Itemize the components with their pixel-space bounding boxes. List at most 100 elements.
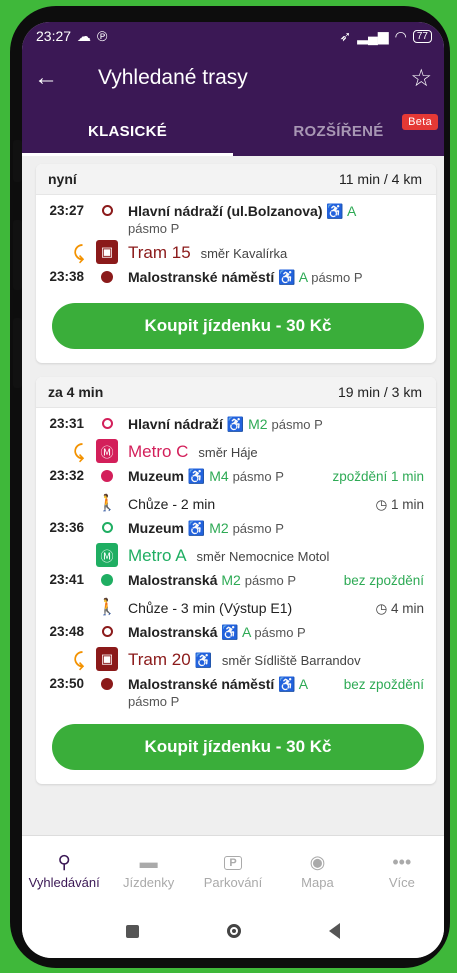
zone-label: pásmo P bbox=[128, 221, 180, 236]
delay-status: bez zpoždění bbox=[343, 677, 424, 692]
status-bar: 23:27 ☁ ℗ ➶ ▂▄▆ ◠ 77 bbox=[22, 22, 444, 50]
transfer-icon: ⤹ bbox=[73, 242, 84, 263]
battery-icon: 77 bbox=[412, 29, 432, 43]
line-badge: A bbox=[298, 269, 308, 285]
metro-icon: Ⓜ bbox=[96, 543, 118, 567]
recents-icon[interactable] bbox=[126, 924, 139, 938]
route-card[interactable]: nyní 11 min / 4 km 23:27 Hlavní nádraží … bbox=[36, 164, 436, 363]
route-header: nyní 11 min / 4 km bbox=[36, 164, 436, 195]
delay-status: zpoždění 1 min bbox=[332, 469, 424, 484]
stop-row: 23:41 bez zpoždění Malostranská M2 pásmo… bbox=[36, 570, 436, 592]
vehicle-name: Tram 20 bbox=[128, 650, 191, 669]
stop-row: 23:38 Malostranské náměstí ♿ A pásmo P bbox=[36, 267, 436, 289]
tab-classic-label: KLASICKÉ bbox=[87, 122, 168, 140]
nav-search[interactable]: ⚲ Vyhledávání bbox=[22, 836, 106, 904]
stop-dot bbox=[101, 205, 113, 216]
back-icon[interactable] bbox=[329, 923, 340, 939]
line-badge: M2 bbox=[209, 520, 229, 536]
metro-icon: Ⓜ bbox=[96, 439, 118, 463]
stop-time: 23:31 bbox=[49, 416, 84, 431]
more-icon: ••• bbox=[392, 852, 412, 872]
zone-label: pásmo P bbox=[311, 270, 363, 285]
route-legs: 23:31 Hlavní nádraží ♿ M2 pásmo P ⤹ Ⓜ Me… bbox=[36, 408, 436, 716]
buy-ticket-button[interactable]: Koupit jízdenku - 30 Kč bbox=[52, 724, 424, 770]
walk-icon: 🚶 bbox=[97, 599, 117, 616]
bottom-navigation: ⚲ Vyhledávání ▬ Jízdenky P Parkování ◉ M… bbox=[22, 835, 444, 904]
compass-icon: ◉ bbox=[309, 852, 326, 872]
accessibility-icon: ♿ bbox=[278, 269, 296, 285]
stop-time: 23:36 bbox=[49, 520, 84, 535]
nav-parking[interactable]: P Parkování bbox=[191, 836, 275, 904]
walk-duration: 4 min bbox=[390, 600, 424, 616]
route-summary: 11 min / 4 km bbox=[339, 171, 422, 187]
nav-label: Více bbox=[388, 874, 415, 890]
signal-icon: ▂▄▆ bbox=[357, 27, 389, 44]
nav-label: Jízdenky bbox=[122, 874, 175, 890]
vehicle-name: Metro C bbox=[128, 442, 189, 461]
zone-label: pásmo P bbox=[271, 417, 323, 432]
volume-button bbox=[13, 220, 22, 290]
nav-more[interactable]: ••• Více bbox=[360, 836, 444, 904]
accessibility-icon: ♿ bbox=[226, 416, 245, 432]
star-icon[interactable]: ☆ bbox=[410, 64, 432, 93]
routes-list[interactable]: nyní 11 min / 4 km 23:27 Hlavní nádraží … bbox=[22, 156, 444, 836]
nav-tickets[interactable]: ▬ Jízdenky bbox=[106, 836, 190, 904]
vehicle-row: ⤹ Ⓜ Metro C směr Háje bbox=[36, 436, 436, 466]
walk-row: 🚶 ◷ 1 min Chůze - 2 min bbox=[36, 488, 436, 518]
stop-row: 23:48 Malostranská ♿ A pásmo P bbox=[36, 622, 436, 644]
stop-time: 23:32 bbox=[49, 468, 84, 483]
tab-bar: KLASICKÉ ROZŠÍŘENÉ Beta bbox=[22, 106, 444, 156]
stop-time: 23:41 bbox=[49, 572, 84, 587]
nav-label: Vyhledávání bbox=[28, 874, 100, 890]
stop-dot bbox=[101, 522, 113, 533]
back-arrow-icon[interactable]: ← bbox=[34, 64, 70, 92]
stop-row: 23:27 Hlavní nádraží (ul.Bolzanova) ♿ A … bbox=[36, 201, 436, 237]
stop-name: Muzeum bbox=[128, 520, 184, 536]
stop-dot bbox=[101, 470, 113, 482]
search-icon: ⚲ bbox=[57, 852, 71, 872]
vehicle-name: Metro A bbox=[128, 546, 187, 565]
zone-label: pásmo P bbox=[232, 469, 284, 484]
tab-extended[interactable]: ROZŠÍŘENÉ Beta bbox=[233, 106, 444, 156]
location-icon: ➶ bbox=[339, 27, 352, 44]
route-summary: 19 min / 3 km bbox=[337, 384, 422, 400]
home-icon[interactable] bbox=[227, 924, 241, 938]
accessibility-icon: ♿ bbox=[187, 520, 206, 536]
cloud-icon: ☁ bbox=[77, 27, 92, 44]
nav-map[interactable]: ◉ Mapa bbox=[275, 836, 359, 904]
notification-icon: ℗ bbox=[97, 28, 108, 44]
stop-dot bbox=[101, 626, 113, 637]
stop-time: 23:50 bbox=[49, 676, 84, 691]
tram-icon: ▣ bbox=[96, 647, 118, 671]
screen: 23:27 ☁ ℗ ➶ ▂▄▆ ◠ 77 ← Vyhledané trasy ☆… bbox=[22, 22, 444, 958]
direction-label: směr Háje bbox=[198, 445, 258, 460]
stop-dot bbox=[101, 678, 113, 690]
buy-ticket-button[interactable]: Koupit jízdenku - 30 Kč bbox=[52, 303, 424, 349]
stop-time: 23:27 bbox=[49, 203, 84, 218]
zone-label: pásmo P bbox=[244, 573, 297, 588]
walk-duration: 1 min bbox=[390, 496, 424, 512]
wifi-icon: ◠ bbox=[394, 27, 407, 44]
accessibility-icon: ♿ bbox=[326, 203, 344, 219]
route-card[interactable]: za 4 min 19 min / 3 km 23:31 Hlavní nádr… bbox=[36, 377, 436, 784]
tab-extended-label: ROZŠÍŘENÉ bbox=[293, 122, 384, 140]
vehicle-row: ⤹ ▣ Tram 15 směr Kavalírka bbox=[36, 237, 436, 267]
line-badge: M4 bbox=[209, 468, 229, 484]
stop-time: 23:48 bbox=[49, 624, 84, 639]
vehicle-row: ⤹ ▣ Tram 20 ♿ směr Sídliště Barrandov bbox=[36, 644, 436, 674]
walk-row: 🚶 ◷ 4 min Chůze - 3 min (Výstup E1) bbox=[36, 592, 436, 622]
line-badge: M2 bbox=[221, 572, 241, 588]
stop-name: Hlavní nádraží bbox=[128, 416, 223, 432]
zone-label: pásmo P bbox=[254, 625, 306, 640]
zone-label: pásmo P bbox=[128, 694, 180, 709]
vehicle-row: Ⓜ Metro A směr Nemocnice Motol bbox=[36, 540, 436, 570]
volume-button bbox=[13, 140, 22, 182]
walk-icon: 🚶 bbox=[97, 495, 117, 512]
tab-classic[interactable]: KLASICKÉ bbox=[22, 106, 233, 156]
accessibility-icon: ♿ bbox=[221, 624, 239, 640]
direction-label: směr Sídliště Barrandov bbox=[221, 653, 361, 668]
stop-row: 23:32 zpoždění 1 min Muzeum ♿ M4 pásmo P bbox=[36, 466, 436, 488]
line-badge: A bbox=[346, 203, 357, 219]
walk-label: Chůze - 2 min bbox=[128, 495, 216, 512]
app-bar: ← Vyhledané trasy ☆ bbox=[22, 50, 444, 106]
